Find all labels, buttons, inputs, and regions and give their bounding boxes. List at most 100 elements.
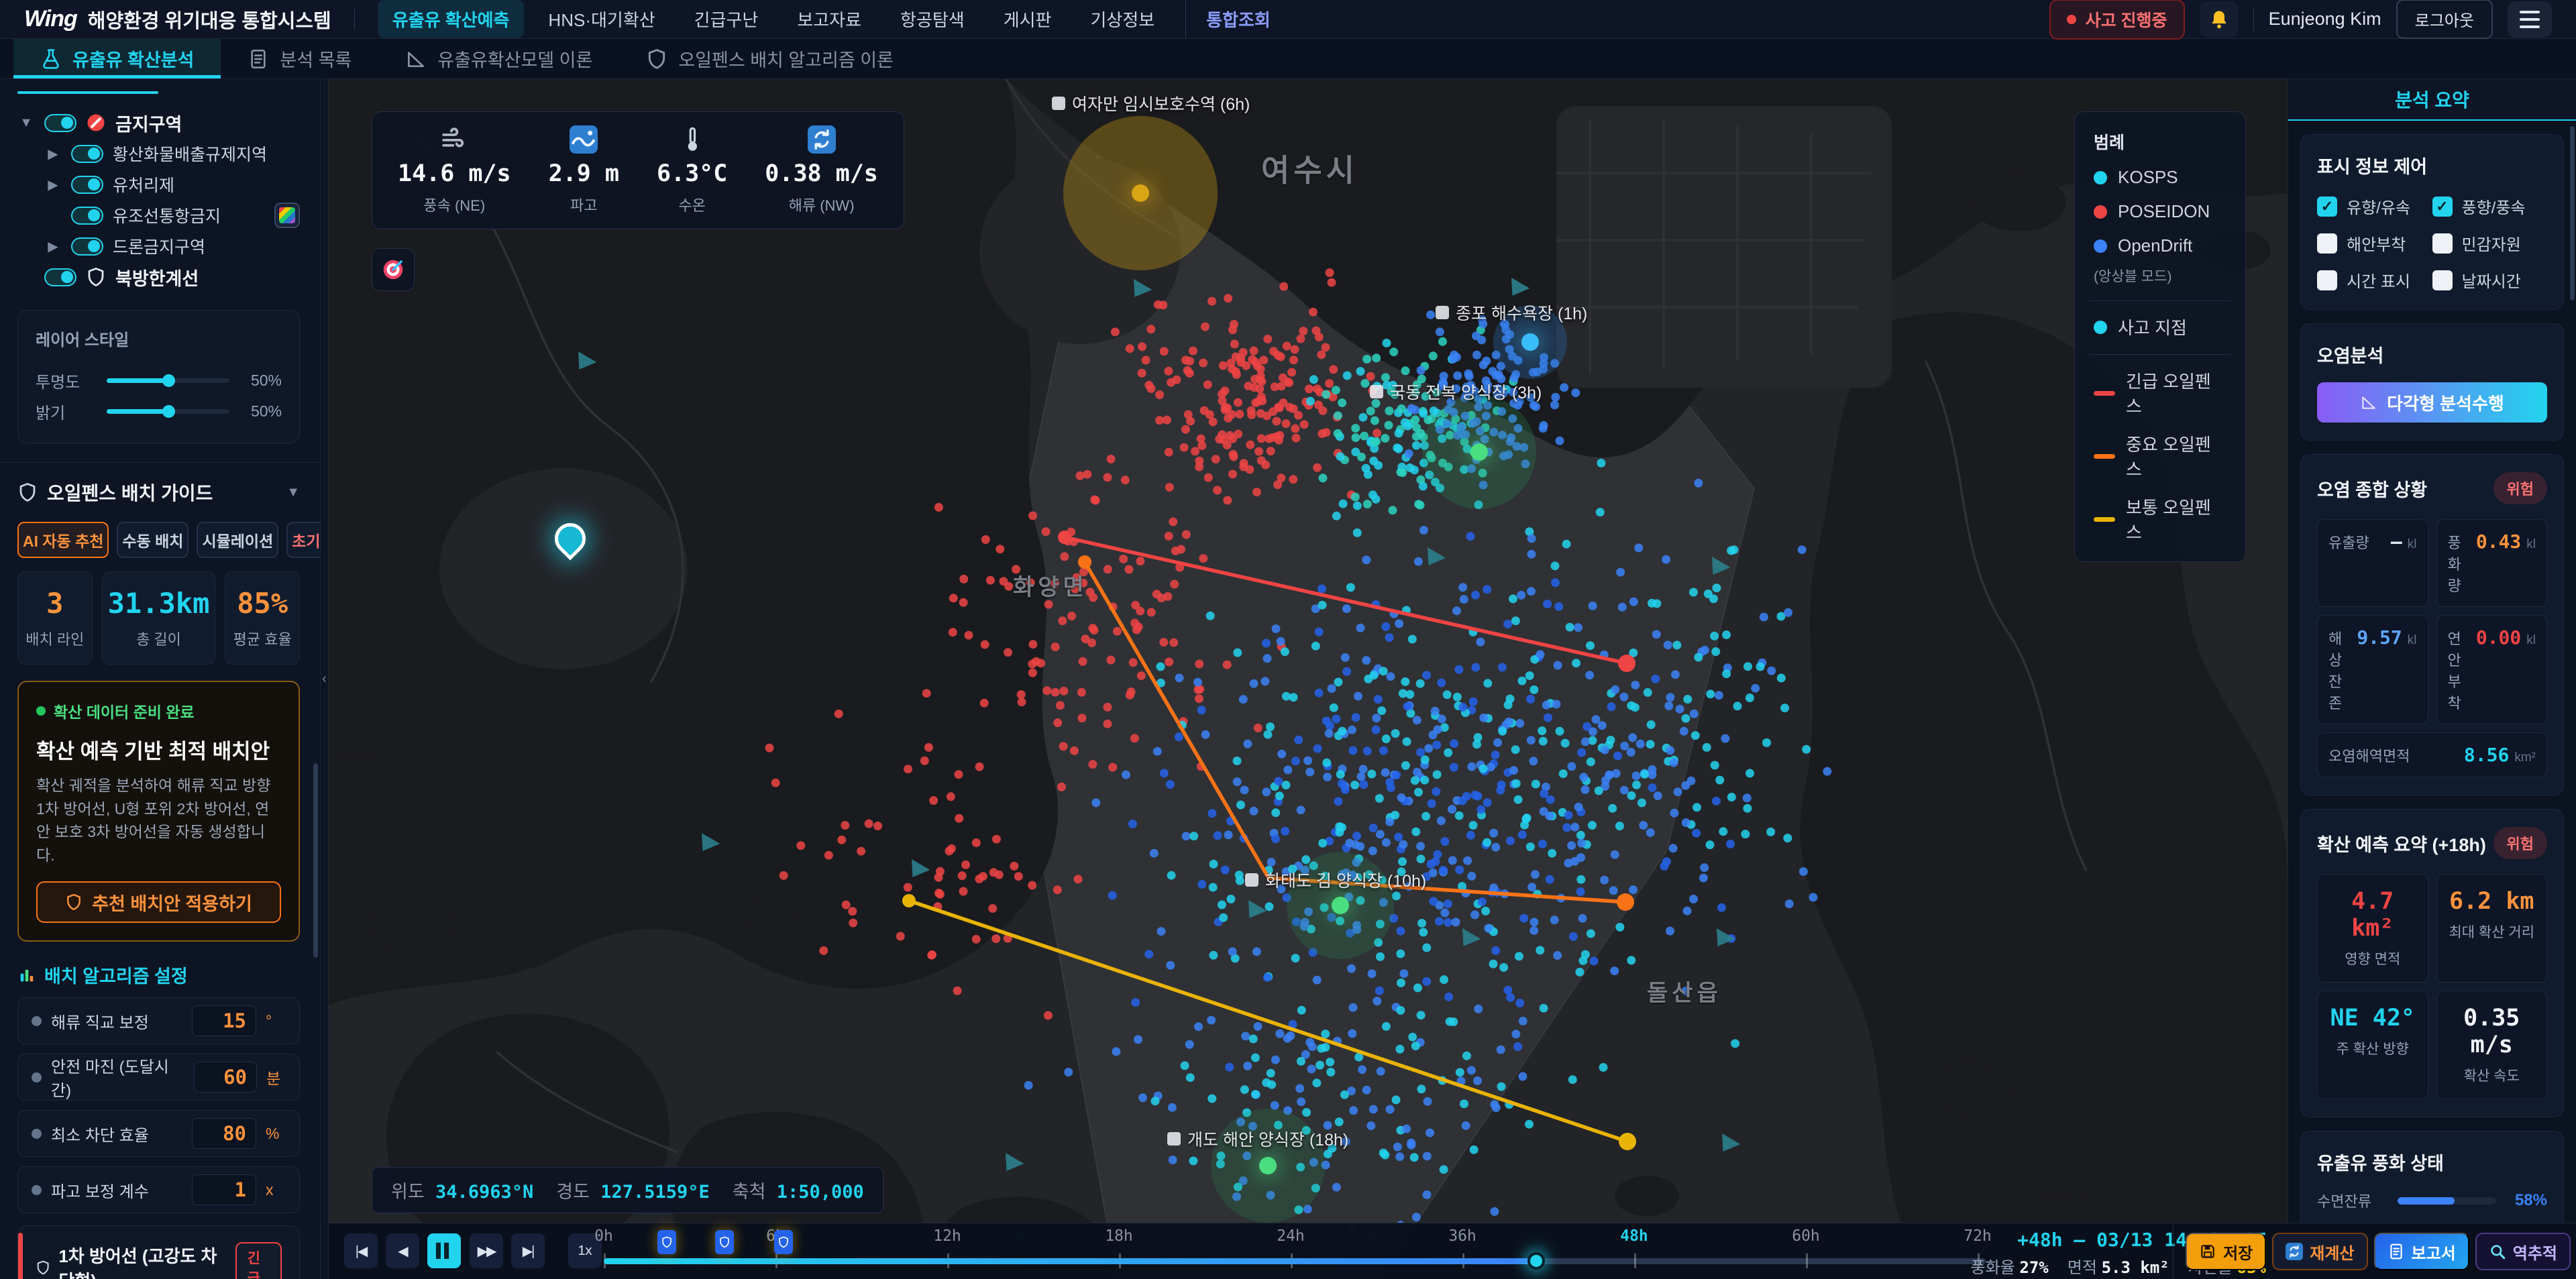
slider-track[interactable] (107, 378, 229, 383)
layer-toggle[interactable] (71, 176, 103, 194)
setting-value-input[interactable]: 80 (192, 1118, 256, 1149)
style-slider-row: 투명도50% (36, 365, 282, 396)
report-button[interactable]: 보고서 (2374, 1233, 2469, 1270)
resource-label: 종포 해수욕장 (1h) (1436, 300, 1587, 325)
weather-value: 0.38 m/s (765, 160, 878, 187)
display-checkbox[interactable]: 유향/유속 (2317, 194, 2432, 218)
panel-scrollbar[interactable] (2570, 126, 2575, 1213)
layer-toggle[interactable] (71, 145, 103, 163)
slider-thumb[interactable] (162, 374, 175, 387)
algorithm-setting-row: 파고 보정 계수1x (17, 1166, 300, 1213)
recalculate-button[interactable]: 재계산 (2272, 1233, 2367, 1270)
logout-button[interactable]: 로그아웃 (2396, 0, 2493, 39)
display-checkbox[interactable]: 해안부착 (2317, 231, 2432, 255)
fence-deploy-marker[interactable] (774, 1230, 793, 1254)
display-checkbox[interactable]: 날짜시간 (2432, 268, 2548, 292)
timeline-tick-mark (1806, 1254, 1808, 1268)
nav-item[interactable]: HNS·대기확산 (533, 0, 669, 38)
display-checkbox[interactable]: 민감자원 (2432, 231, 2548, 255)
step-back-button[interactable]: ◀ (386, 1233, 419, 1268)
divider (0, 462, 320, 463)
resource-marker[interactable] (1132, 184, 1149, 202)
brand: Wing 해양환경 위기대응 통합시스템 (24, 5, 331, 34)
apply-recommendation-button[interactable]: 추천 배치안 적용하기 (36, 881, 281, 923)
layer-toggle[interactable] (44, 114, 76, 132)
expander-icon[interactable]: ▶ (44, 176, 62, 193)
boom-guide-header[interactable]: 오일펜스 배치 가이드 ▼ (17, 479, 300, 506)
skip-start-button[interactable]: |◀ (344, 1233, 378, 1268)
sidebar-collapse-handle[interactable]: ‹ (321, 79, 329, 1279)
main-menu: 유출유 확산예측HNS·대기확산 긴급구난보고자료항공탐색 게시판기상정보 통합조회 (378, 0, 1285, 38)
polygon-analysis-button[interactable]: 다각형 분석수행 (2317, 382, 2547, 423)
boom-stat-tile: 3배치 라인 (17, 571, 93, 665)
slider-track[interactable] (107, 409, 229, 414)
nav-item[interactable]: 통합조회 (1185, 0, 1285, 38)
incident-badge-label: 사고 진행중 (2086, 7, 2167, 32)
report-icon (2387, 1243, 2405, 1260)
fast-forward-button[interactable]: ▶▶ (470, 1233, 503, 1268)
top-navbar: Wing 해양환경 위기대응 통합시스템 유출유 확산예측HNS·대기확산 긴급구… (0, 0, 2576, 39)
resource-marker[interactable] (1470, 443, 1488, 461)
sidebar-scrollbar[interactable] (313, 79, 318, 1279)
slider-thumb[interactable] (162, 405, 175, 418)
defense-line-card[interactable]: 1차 방어선 (고강도 차단형)긴급길이8043m각도303°차단 효율 92% (17, 1225, 300, 1279)
display-control-title: 표시 정보 제어 (2317, 152, 2547, 178)
resource-name: 화태도 김 양식장 (10h) (1265, 868, 1426, 892)
legend-incident-item: 사고 지점 (2094, 315, 2226, 339)
display-checkbox[interactable]: 풍향/풍속 (2432, 194, 2548, 218)
fence-deploy-marker[interactable] (657, 1230, 676, 1254)
tab[interactable]: 유출유확산모델 이론 (378, 39, 619, 78)
resource-name: 종포 해수욕장 (1h) (1456, 300, 1587, 325)
expander-icon[interactable]: ▶ (44, 238, 62, 255)
weather-label: 해류 (NW) (765, 194, 878, 215)
checkbox-label: 날짜시간 (2462, 268, 2521, 292)
nav-item[interactable]: 긴급구난 (680, 0, 773, 38)
nav-item[interactable]: 항공탐색 (885, 0, 979, 38)
map-canvas[interactable]: 여수시화양면돌산읍 여자만 임시보호수역 (6h)종포 해수욕장 (1h)국동 … (329, 79, 2288, 1279)
layer-color-swatch[interactable] (274, 203, 300, 228)
resource-marker[interactable] (1259, 1157, 1277, 1174)
layer-toggle[interactable] (71, 207, 103, 225)
nav-item[interactable]: 보고자료 (782, 0, 876, 38)
layer-toggle[interactable] (71, 237, 103, 256)
layer-style-title: 레이어 스타일 (36, 327, 282, 350)
layer-toggle[interactable] (44, 268, 76, 286)
setting-value-input[interactable]: 15 (192, 1005, 256, 1036)
tab[interactable]: 오일펜스 배치 알고리즘 이론 (619, 39, 920, 78)
notifications-button[interactable] (2200, 1, 2239, 38)
fence-deploy-marker[interactable] (715, 1230, 734, 1254)
hamburger-menu-icon[interactable] (2508, 1, 2552, 38)
resource-icon (1245, 873, 1258, 887)
resource-marker[interactable] (1521, 333, 1539, 351)
slider-value: 50% (243, 372, 282, 390)
latitude-value: 34.6963°N (435, 1182, 533, 1203)
boom-mode-button[interactable]: AI 자동 추천 (17, 522, 109, 558)
timeline-track[interactable] (604, 1258, 1986, 1264)
nav-item[interactable]: 유출유 확산예측 (378, 0, 525, 38)
tab-label: 유출유확산모델 이론 (437, 46, 592, 72)
expander-icon[interactable]: ▼ (17, 115, 35, 131)
setting-label: 안전 마진 (도달시간) (51, 1054, 184, 1101)
nav-item[interactable]: 기상정보 (1075, 0, 1169, 38)
locate-incident-button[interactable] (372, 248, 415, 291)
skip-end-button[interactable]: ▶| (511, 1233, 545, 1268)
layer-row: 북방한계선 (17, 262, 300, 292)
nav-item[interactable]: 게시판 (989, 0, 1067, 38)
setting-value-input[interactable]: 1 (192, 1174, 256, 1205)
backtrack-button[interactable]: 역추적 (2475, 1233, 2571, 1270)
timeline-thumb[interactable] (1527, 1252, 1545, 1270)
pause-button[interactable]: ▌▌ (427, 1233, 461, 1268)
display-checkbox[interactable]: 시간 표시 (2317, 268, 2432, 292)
save-button[interactable]: 저장 (2186, 1233, 2266, 1270)
tab[interactable]: 유출유 확산분석 (13, 39, 221, 78)
setting-value-input[interactable]: 60 (194, 1062, 257, 1093)
tab[interactable]: 분석 목록 (221, 39, 378, 78)
layer-row: ▶황산화물배출규제지역 (17, 138, 300, 169)
checkbox-icon (2432, 233, 2453, 254)
expander-icon[interactable]: ▶ (44, 146, 62, 162)
layer-label: 유조선통항금지 (113, 203, 221, 227)
resource-marker[interactable] (1332, 897, 1349, 914)
boom-mode-button[interactable]: 수동 배치 (117, 522, 189, 558)
setting-dot-icon (32, 1185, 42, 1195)
boom-mode-button[interactable]: 시뮬레이션 (197, 522, 278, 558)
